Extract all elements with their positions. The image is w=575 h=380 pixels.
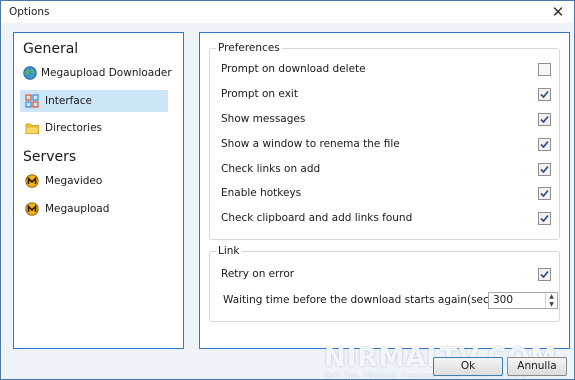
- grid-icon: [23, 92, 41, 110]
- folder-icon: [23, 119, 41, 137]
- ok-button[interactable]: Ok: [433, 357, 503, 376]
- option-row-wait-time: Waiting time before the download starts …: [221, 292, 558, 310]
- globe-icon: [23, 64, 37, 82]
- sidebar-item-megaupload-downloader[interactable]: Megaupload Downloader: [20, 62, 172, 84]
- checkmark-icon: [540, 270, 549, 279]
- settings-panel: Preferences Prompt on download delete Pr…: [199, 32, 570, 349]
- megavideo-logo-icon: [23, 172, 41, 190]
- option-row-show-messages: Show messages: [221, 111, 551, 129]
- clipboard-checkbox[interactable]: [538, 212, 551, 225]
- option-row-clipboard: Check clipboard and add links found: [221, 210, 551, 228]
- option-label: Show messages: [221, 113, 306, 125]
- option-label: Check clipboard and add links found: [221, 212, 413, 224]
- link-group: Link Retry on error Waiting time before …: [209, 245, 560, 322]
- option-row-prompt-exit: Prompt on exit: [221, 86, 551, 104]
- sidebar-item-directories[interactable]: Directories: [20, 117, 168, 139]
- sidebar-item-label: Megaupload Downloader: [41, 67, 172, 79]
- option-row-hotkeys: Enable hotkeys: [221, 185, 551, 203]
- option-label: Show a window to renema the file: [221, 138, 400, 150]
- option-row-retry: Retry on error: [221, 266, 551, 284]
- option-row-rename-window: Show a window to renema the file: [221, 136, 551, 154]
- show-messages-checkbox[interactable]: [538, 113, 551, 126]
- hotkeys-checkbox[interactable]: [538, 187, 551, 200]
- wait-time-value[interactable]: 300: [489, 293, 545, 308]
- checkmark-icon: [540, 115, 549, 124]
- close-icon[interactable]: ✕: [550, 4, 566, 20]
- section-title-general: General: [23, 41, 79, 57]
- option-label: Enable hotkeys: [221, 187, 302, 199]
- window-title: Options: [9, 6, 50, 18]
- preferences-group-title: Preferences: [216, 42, 282, 54]
- spin-down-icon[interactable]: ▼: [546, 301, 557, 309]
- sidebar-item-megaupload[interactable]: Megaupload: [20, 198, 168, 220]
- retry-on-error-checkbox[interactable]: [538, 268, 551, 281]
- preferences-group: Preferences Prompt on download delete Pr…: [209, 42, 560, 240]
- sidebar-item-label: Megaupload: [45, 203, 110, 215]
- options-dialog: Options ✕ General Megaupload Downloader: [0, 0, 575, 380]
- option-label: Check links on add: [221, 163, 321, 175]
- check-links-checkbox[interactable]: [538, 163, 551, 176]
- option-row-prompt-delete: Prompt on download delete: [221, 61, 551, 79]
- dialog-body: General Megaupload Downloader Interface …: [2, 23, 573, 380]
- rename-window-checkbox[interactable]: [538, 138, 551, 151]
- prompt-delete-checkbox[interactable]: [538, 63, 551, 76]
- megaupload-logo-icon: [23, 200, 41, 218]
- wait-time-spinbox[interactable]: 300 ▲ ▼: [488, 292, 558, 309]
- option-label: Prompt on download delete: [221, 63, 366, 75]
- title-bar: Options ✕: [1, 1, 574, 23]
- option-label: Retry on error: [221, 268, 295, 280]
- sidebar-item-megavideo[interactable]: Megavideo: [20, 170, 168, 192]
- spinner-arrows: ▲ ▼: [545, 293, 557, 308]
- sidebar-item-label: Megavideo: [45, 175, 103, 187]
- checkmark-icon: [540, 214, 549, 223]
- category-sidebar: General Megaupload Downloader Interface …: [13, 32, 184, 349]
- sidebar-item-interface[interactable]: Interface: [20, 90, 168, 112]
- checkmark-icon: [540, 140, 549, 149]
- checkmark-icon: [540, 165, 549, 174]
- option-row-check-links: Check links on add: [221, 161, 551, 179]
- checkmark-icon: [540, 189, 549, 198]
- section-title-servers: Servers: [23, 149, 77, 165]
- cancel-button[interactable]: Annulla: [507, 357, 567, 376]
- prompt-exit-checkbox[interactable]: [538, 88, 551, 101]
- option-label: Prompt on exit: [221, 88, 298, 100]
- spin-up-icon[interactable]: ▲: [546, 293, 557, 301]
- wait-time-label: Waiting time before the download starts …: [223, 294, 493, 306]
- sidebar-item-label: Interface: [45, 95, 93, 107]
- checkmark-icon: [540, 90, 549, 99]
- link-group-title: Link: [216, 245, 242, 257]
- sidebar-item-label: Directories: [45, 122, 103, 134]
